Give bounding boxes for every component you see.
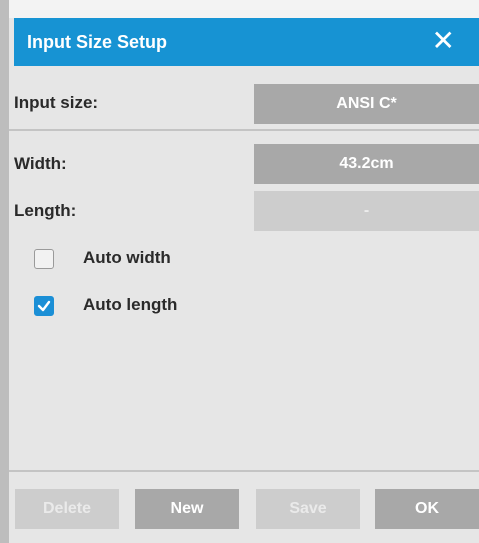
ok-button[interactable]: OK xyxy=(375,489,479,529)
dialog-titlebar: Input Size Setup ✕ xyxy=(14,18,479,66)
save-button[interactable]: Save xyxy=(256,489,360,529)
dialog-title: Input Size Setup xyxy=(27,32,168,52)
delete-button[interactable]: Delete xyxy=(15,489,119,529)
width-field[interactable]: 43.2cm xyxy=(254,144,479,184)
close-icon[interactable]: ✕ xyxy=(432,27,455,55)
background-window-edge xyxy=(0,0,9,543)
new-button[interactable]: New xyxy=(135,489,239,529)
input-size-select[interactable]: ANSI C* xyxy=(254,84,479,124)
footer-divider xyxy=(9,470,479,472)
background-window-top xyxy=(9,0,479,18)
input-size-label: Input size: xyxy=(14,93,99,112)
auto-length-label[interactable]: Auto length xyxy=(83,295,177,315)
length-label: Length: xyxy=(14,201,77,220)
length-field: - xyxy=(254,191,479,231)
auto-width-checkbox[interactable] xyxy=(34,249,54,269)
dialog-body: Input size: ANSI C* Width: 43.2cm Length… xyxy=(9,66,479,543)
auto-width-label[interactable]: Auto width xyxy=(83,248,171,268)
divider xyxy=(9,129,479,131)
width-label: Width: xyxy=(14,154,67,173)
checkmark-icon xyxy=(37,300,51,312)
auto-length-checkbox[interactable] xyxy=(34,296,54,316)
